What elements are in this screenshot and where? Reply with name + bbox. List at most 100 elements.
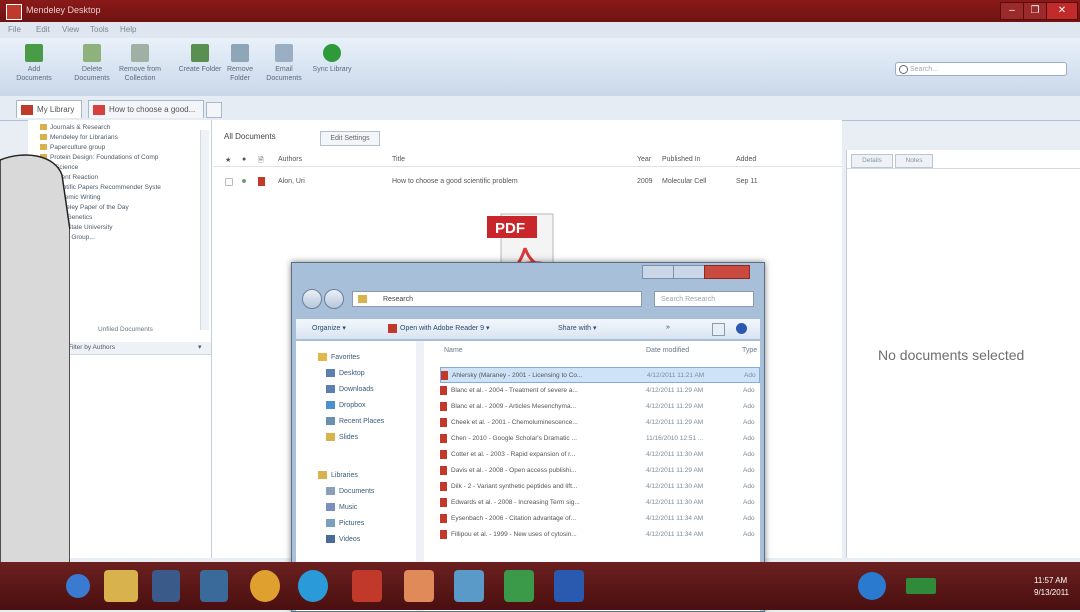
minimize-button[interactable]: – xyxy=(1000,2,1024,20)
help-icon[interactable] xyxy=(736,323,747,334)
file-row[interactable]: Davis et al. - 2008 - Open access publis… xyxy=(440,463,760,479)
back-button[interactable] xyxy=(302,289,322,309)
mendeley-icon[interactable] xyxy=(352,570,382,602)
favorite-star-icon[interactable] xyxy=(225,178,233,186)
file-row[interactable]: Edwards et al. - 2008 - Increasing Term … xyxy=(440,495,760,511)
nav-slides[interactable]: Slides xyxy=(326,433,358,441)
remove-from-collection-button[interactable]: Remove from Collection xyxy=(118,44,162,83)
unfiled-documents-item[interactable]: Unfiled Documents xyxy=(98,326,153,333)
menu-edit[interactable]: Edit xyxy=(36,25,50,34)
forward-button[interactable] xyxy=(324,289,344,309)
recent-places-icon xyxy=(326,417,335,425)
app-icon[interactable] xyxy=(200,570,228,602)
new-tab-button[interactable] xyxy=(206,102,222,118)
file-row[interactable]: Blanc et al. - 2009 - Articles Mesenchym… xyxy=(440,399,760,415)
year-column-header[interactable]: Year xyxy=(637,156,651,163)
remove-collection-icon xyxy=(131,44,149,62)
toolbar-label: Delete Documents xyxy=(74,66,110,82)
downloads-icon xyxy=(326,385,335,393)
menu-view[interactable]: View xyxy=(62,25,79,34)
battery-icon[interactable] xyxy=(906,578,936,594)
file-row[interactable]: Blanc et al. - 2004 - Treatment of sever… xyxy=(440,383,760,399)
nav-downloads[interactable]: Downloads xyxy=(326,385,374,393)
clock-date[interactable]: 9/13/2011 xyxy=(1034,588,1069,597)
nav-documents[interactable]: Documents xyxy=(326,487,374,495)
start-button-icon[interactable] xyxy=(66,574,90,598)
sync-library-button[interactable]: Sync Library xyxy=(310,44,354,74)
organize-button[interactable]: Organize ▾ xyxy=(312,324,346,332)
address-bar[interactable]: Research xyxy=(352,291,642,307)
added-column-header[interactable]: Added xyxy=(736,156,756,163)
name-column-header[interactable]: Name xyxy=(444,347,463,354)
skype-icon[interactable] xyxy=(298,570,328,602)
file-row[interactable]: Ahlersky (Maraney - 2001 - Licensing to … xyxy=(440,367,760,383)
date-column-header[interactable]: Date modified xyxy=(646,347,689,354)
scrollbar[interactable] xyxy=(200,130,209,330)
menu-file[interactable]: File xyxy=(8,25,21,34)
nav-videos[interactable]: Videos xyxy=(326,535,360,543)
nav-music[interactable]: Music xyxy=(326,503,357,511)
nav-libraries[interactable]: Libraries xyxy=(318,471,358,479)
email-documents-button[interactable]: Email Documents xyxy=(262,44,306,83)
divider xyxy=(847,168,1080,169)
explorer-minimize-button[interactable] xyxy=(642,265,674,279)
file-row[interactable]: Cotter et al. - 2003 - Rapid expansion o… xyxy=(440,447,760,463)
nav-desktop[interactable]: Desktop xyxy=(326,369,365,377)
file-date: 4/12/2011 11:30 AM xyxy=(646,483,704,490)
share-with-button[interactable]: Share with ▾ xyxy=(558,324,597,332)
explorer-icon[interactable] xyxy=(104,570,138,602)
explorer-close-button[interactable] xyxy=(704,265,750,279)
preview-pane-icon[interactable] xyxy=(712,323,725,336)
tab-details[interactable]: Details xyxy=(851,154,893,168)
file-name: Edwards et al. - 2008 - Increasing Term … xyxy=(451,499,580,506)
pdf-file-icon[interactable] xyxy=(258,177,265,186)
table-row[interactable]: Alon, Uri How to choose a good scientifi… xyxy=(214,174,842,190)
search-input[interactable]: Search... xyxy=(895,62,1067,76)
file-type: Ado xyxy=(743,499,755,506)
create-folder-button[interactable]: Create Folder xyxy=(178,44,222,74)
media-player-icon[interactable] xyxy=(152,570,180,602)
tab-bar: My Library How to choose a good... xyxy=(0,96,1080,121)
word-icon[interactable] xyxy=(554,570,584,602)
explorer-search-input[interactable]: Search Research xyxy=(654,291,754,307)
nav-recent-places[interactable]: Recent Places xyxy=(326,417,384,425)
favorite-column-icon[interactable]: ★ xyxy=(225,156,231,164)
read-column-icon[interactable]: ● xyxy=(242,156,246,163)
close-button[interactable]: ✕ xyxy=(1046,2,1078,20)
explorer-maximize-button[interactable] xyxy=(673,265,705,279)
menu-tools[interactable]: Tools xyxy=(90,25,109,34)
type-column-header[interactable]: Type xyxy=(742,347,757,354)
tab-notes[interactable]: Notes xyxy=(895,154,933,168)
maximize-button[interactable]: ❐ xyxy=(1023,2,1047,20)
nav-favorites[interactable]: Favorites xyxy=(318,353,360,361)
authors-column-header[interactable]: Authors xyxy=(278,156,302,163)
file-row[interactable]: Chen - 2010 - Google Scholar's Dramatic … xyxy=(440,431,760,447)
menu-help[interactable]: Help xyxy=(120,25,136,34)
notification-icon[interactable] xyxy=(858,572,886,600)
add-documents-button[interactable]: Add Documents xyxy=(12,44,56,83)
file-row[interactable]: Fillipou et al. - 1999 - New uses of cyt… xyxy=(440,527,760,543)
paint-icon[interactable] xyxy=(404,570,434,602)
tab-my-library[interactable]: My Library xyxy=(16,100,82,118)
published-in-column-header[interactable]: Published In xyxy=(662,156,701,163)
more-commands-button[interactable]: » xyxy=(666,324,670,331)
clock-time[interactable]: 11:57 AM xyxy=(1034,576,1067,585)
edit-settings-button[interactable]: Edit Settings xyxy=(320,131,380,146)
file-row[interactable]: Cheek et al. - 2001 - Chemoluminescence.… xyxy=(440,415,760,431)
excel-icon[interactable] xyxy=(504,570,534,602)
empty-state-text: No documents selected xyxy=(878,347,1025,363)
photo-viewer-icon[interactable] xyxy=(454,570,484,602)
title-column-header[interactable]: Title xyxy=(392,156,405,163)
toolbar-label: Email Documents xyxy=(266,66,302,82)
nav-pictures[interactable]: Pictures xyxy=(326,519,364,527)
file-type: Ado xyxy=(743,467,755,474)
nav-dropbox[interactable]: Dropbox xyxy=(326,401,365,409)
delete-documents-button[interactable]: Delete Documents xyxy=(70,44,114,83)
chrome-icon[interactable] xyxy=(250,570,280,602)
file-row[interactable]: Eysenbach - 2006 - Citation advantage of… xyxy=(440,511,760,527)
tab-document[interactable]: How to choose a good... xyxy=(88,100,204,118)
nav-label: Recent Places xyxy=(339,417,385,425)
file-row[interactable]: Dilk - 2 - Variant synthetic peptides an… xyxy=(440,479,760,495)
remove-folder-button[interactable]: Remove Folder xyxy=(218,44,262,83)
open-with-button[interactable]: Open with Adobe Reader 9 ▾ xyxy=(388,324,490,333)
